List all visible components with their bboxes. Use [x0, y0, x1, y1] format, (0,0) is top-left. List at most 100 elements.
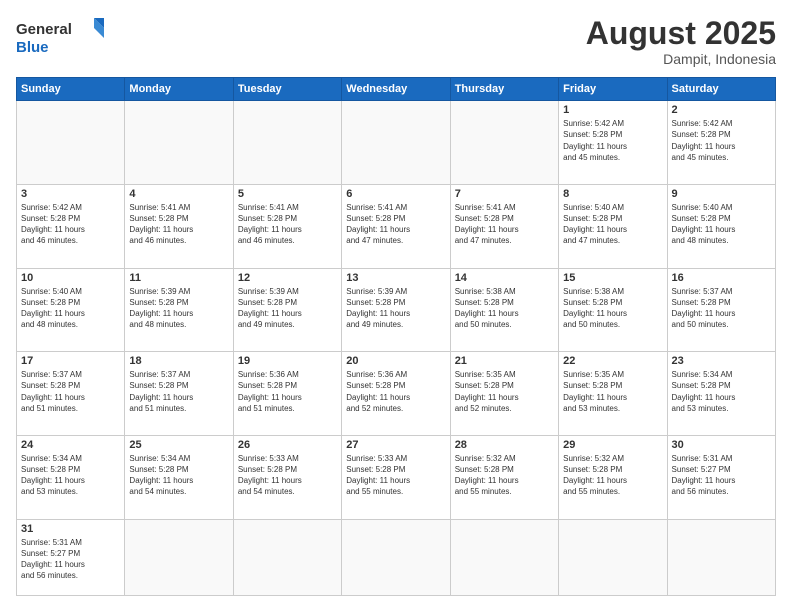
day-info: Sunrise: 5:38 AM Sunset: 5:28 PM Dayligh…	[455, 286, 554, 331]
calendar-cell	[342, 101, 450, 185]
calendar-cell	[667, 519, 775, 595]
calendar-cell: 15 Sunrise: 5:38 AM Sunset: 5:28 PM Dayli…	[559, 268, 667, 352]
day-info: Sunrise: 5:34 AM Sunset: 5:28 PM Dayligh…	[672, 369, 771, 414]
day-number: 2	[672, 104, 771, 116]
calendar-cell: 17Sunrise: 5:37 AM Sunset: 5:28 PM Dayli…	[17, 352, 125, 436]
calendar-cell	[125, 101, 233, 185]
day-number: 1	[563, 104, 662, 116]
day-number: 6	[346, 188, 445, 200]
calendar-cell: 29Sunrise: 5:32 AM Sunset: 5:28 PM Dayli…	[559, 435, 667, 519]
calendar-cell	[342, 519, 450, 595]
day-number: 30	[672, 439, 771, 451]
calendar-cell: 1 Sunrise: 5:42 AM Sunset: 5:28 PM Daylig…	[559, 101, 667, 185]
calendar-cell: 2Sunrise: 5:42 AM Sunset: 5:28 PM Daylig…	[667, 101, 775, 185]
calendar-cell: 18Sunrise: 5:37 AM Sunset: 5:28 PM Dayli…	[125, 352, 233, 436]
calendar-cell	[233, 519, 341, 595]
day-info: Sunrise: 5:34 AM Sunset: 5:28 PM Dayligh…	[21, 453, 120, 498]
calendar-cell: 23Sunrise: 5:34 AM Sunset: 5:28 PM Dayli…	[667, 352, 775, 436]
day-number: 21	[455, 355, 554, 367]
day-info: Sunrise: 5:41 AM Sunset: 5:28 PM Dayligh…	[346, 202, 445, 247]
day-number: 10	[21, 272, 120, 284]
svg-text:General: General	[16, 21, 72, 38]
col-wednesday: Wednesday	[342, 78, 450, 101]
calendar-cell: 10 Sunrise: 5:40 AM Sunset: 5:28 PM Dayli…	[17, 268, 125, 352]
day-number: 11	[129, 272, 228, 284]
col-saturday: Saturday	[667, 78, 775, 101]
calendar-cell: 27Sunrise: 5:33 AM Sunset: 5:28 PM Dayli…	[342, 435, 450, 519]
day-info: Sunrise: 5:41 AM Sunset: 5:28 PM Dayligh…	[238, 202, 337, 247]
day-number: 20	[346, 355, 445, 367]
calendar-cell	[125, 519, 233, 595]
day-number: 26	[238, 439, 337, 451]
calendar-week-row: 10 Sunrise: 5:40 AM Sunset: 5:28 PM Dayli…	[17, 268, 776, 352]
calendar-cell	[233, 101, 341, 185]
calendar-week-row: 17Sunrise: 5:37 AM Sunset: 5:28 PM Dayli…	[17, 352, 776, 436]
calendar-cell	[559, 519, 667, 595]
day-number: 31	[21, 523, 120, 535]
day-info: Sunrise: 5:33 AM Sunset: 5:28 PM Dayligh…	[346, 453, 445, 498]
day-info: Sunrise: 5:42 AM Sunset: 5:28 PM Dayligh…	[563, 118, 662, 163]
col-thursday: Thursday	[450, 78, 558, 101]
header: General Blue August 2025 Dampit, Indones…	[16, 16, 776, 67]
day-number: 9	[672, 188, 771, 200]
day-number: 24	[21, 439, 120, 451]
day-info: Sunrise: 5:41 AM Sunset: 5:28 PM Dayligh…	[129, 202, 228, 247]
day-info: Sunrise: 5:40 AM Sunset: 5:28 PM Dayligh…	[672, 202, 771, 247]
calendar-cell: 7Sunrise: 5:41 AM Sunset: 5:28 PM Daylig…	[450, 184, 558, 268]
day-number: 3	[21, 188, 120, 200]
calendar-cell: 19Sunrise: 5:36 AM Sunset: 5:28 PM Dayli…	[233, 352, 341, 436]
day-info: Sunrise: 5:31 AM Sunset: 5:27 PM Dayligh…	[21, 537, 120, 582]
day-number: 7	[455, 188, 554, 200]
calendar-cell: 22Sunrise: 5:35 AM Sunset: 5:28 PM Dayli…	[559, 352, 667, 436]
day-info: Sunrise: 5:40 AM Sunset: 5:28 PM Dayligh…	[21, 286, 120, 331]
day-number: 19	[238, 355, 337, 367]
calendar-cell: 21 Sunrise: 5:35 AM Sunset: 5:28 PM Dayli…	[450, 352, 558, 436]
day-info: Sunrise: 5:37 AM Sunset: 5:28 PM Dayligh…	[672, 286, 771, 331]
day-number: 15	[563, 272, 662, 284]
svg-text:Blue: Blue	[16, 39, 49, 56]
day-info: Sunrise: 5:35 AM Sunset: 5:28 PM Dayligh…	[455, 369, 554, 414]
day-info: Sunrise: 5:37 AM Sunset: 5:28 PM Dayligh…	[129, 369, 228, 414]
day-number: 4	[129, 188, 228, 200]
calendar-cell: 28Sunrise: 5:32 AM Sunset: 5:28 PM Dayli…	[450, 435, 558, 519]
calendar-cell: 26 Sunrise: 5:33 AM Sunset: 5:28 PM Dayli…	[233, 435, 341, 519]
calendar-table: Sunday Monday Tuesday Wednesday Thursday…	[16, 77, 776, 596]
calendar-cell: 14 Sunrise: 5:38 AM Sunset: 5:28 PM Dayli…	[450, 268, 558, 352]
day-info: Sunrise: 5:36 AM Sunset: 5:28 PM Dayligh…	[346, 369, 445, 414]
calendar-cell: 25 Sunrise: 5:34 AM Sunset: 5:28 PM Dayli…	[125, 435, 233, 519]
calendar-cell: 8Sunrise: 5:40 AM Sunset: 5:28 PM Daylig…	[559, 184, 667, 268]
day-number: 25	[129, 439, 228, 451]
calendar-cell: 9 Sunrise: 5:40 AM Sunset: 5:28 PM Daylig…	[667, 184, 775, 268]
day-info: Sunrise: 5:34 AM Sunset: 5:28 PM Dayligh…	[129, 453, 228, 498]
calendar-cell: 5 Sunrise: 5:41 AM Sunset: 5:28 PM Daylig…	[233, 184, 341, 268]
calendar-cell	[450, 519, 558, 595]
calendar-cell: 6 Sunrise: 5:41 AM Sunset: 5:28 PM Daylig…	[342, 184, 450, 268]
day-info: Sunrise: 5:39 AM Sunset: 5:28 PM Dayligh…	[346, 286, 445, 331]
calendar-week-row: 31 Sunrise: 5:31 AM Sunset: 5:27 PM Dayli…	[17, 519, 776, 595]
calendar-cell: 3Sunrise: 5:42 AM Sunset: 5:28 PM Daylig…	[17, 184, 125, 268]
day-number: 13	[346, 272, 445, 284]
day-number: 29	[563, 439, 662, 451]
calendar-cell: 30 Sunrise: 5:31 AM Sunset: 5:27 PM Dayli…	[667, 435, 775, 519]
logo: General Blue	[16, 16, 106, 56]
location: Dampit, Indonesia	[586, 51, 776, 67]
calendar-header-row: Sunday Monday Tuesday Wednesday Thursday…	[17, 78, 776, 101]
day-number: 5	[238, 188, 337, 200]
day-info: Sunrise: 5:33 AM Sunset: 5:28 PM Dayligh…	[238, 453, 337, 498]
col-tuesday: Tuesday	[233, 78, 341, 101]
title-block: August 2025 Dampit, Indonesia	[586, 16, 776, 67]
calendar-week-row: 24 Sunrise: 5:34 AM Sunset: 5:28 PM Dayli…	[17, 435, 776, 519]
calendar-cell	[17, 101, 125, 185]
calendar-cell: 11 Sunrise: 5:39 AM Sunset: 5:28 PM Dayli…	[125, 268, 233, 352]
day-info: Sunrise: 5:31 AM Sunset: 5:27 PM Dayligh…	[672, 453, 771, 498]
calendar-cell: 4 Sunrise: 5:41 AM Sunset: 5:28 PM Daylig…	[125, 184, 233, 268]
day-info: Sunrise: 5:38 AM Sunset: 5:28 PM Dayligh…	[563, 286, 662, 331]
day-info: Sunrise: 5:32 AM Sunset: 5:28 PM Dayligh…	[455, 453, 554, 498]
month-title: August 2025	[586, 16, 776, 51]
logo-icon: General Blue	[16, 16, 106, 56]
day-info: Sunrise: 5:39 AM Sunset: 5:28 PM Dayligh…	[129, 286, 228, 331]
calendar-cell: 31 Sunrise: 5:31 AM Sunset: 5:27 PM Dayli…	[17, 519, 125, 595]
calendar-cell: 12Sunrise: 5:39 AM Sunset: 5:28 PM Dayli…	[233, 268, 341, 352]
day-number: 16	[672, 272, 771, 284]
day-number: 14	[455, 272, 554, 284]
